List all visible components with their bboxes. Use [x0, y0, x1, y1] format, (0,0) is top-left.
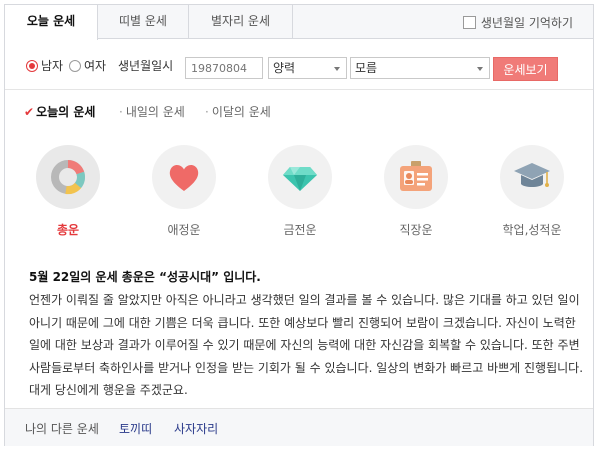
- graduation-cap-icon: [514, 163, 550, 187]
- calendar-type-select[interactable]: 양력: [268, 57, 347, 79]
- subtab-month-label: 이달의 운세: [211, 105, 271, 119]
- remember-label: 생년월일 기억하기: [480, 16, 573, 30]
- fortune-categories: 총운 애정운 금전운 직장운 학업,성적운: [5, 145, 593, 245]
- birth-time-select[interactable]: 모름: [350, 57, 490, 79]
- gender-female-label: 여자: [84, 59, 107, 73]
- tab-today-fortune[interactable]: 오늘 운세: [5, 5, 98, 40]
- subtab-today[interactable]: ✔ 오늘의 운세: [24, 103, 95, 120]
- bullet-icon: ·: [205, 105, 209, 119]
- tab-zodiac-animal-fortune[interactable]: 띠별 운세: [98, 5, 189, 39]
- checkbox-box[interactable]: [462, 16, 476, 29]
- category-icon-circle: [36, 145, 100, 209]
- category-icon-circle: [268, 145, 332, 209]
- leo-fortune-link[interactable]: 사자자리: [174, 420, 218, 437]
- fortune-widget: 오늘 운세 띠별 운세 별자리 운세 생년월일 기억하기 남자 여자 생년월일시…: [4, 4, 594, 446]
- period-tabs: ✔ 오늘의 운세 · 내일의 운세 · 이달의 운세: [5, 91, 593, 133]
- category-overall[interactable]: 총운: [28, 145, 108, 238]
- gender-male-radio[interactable]: 남자: [26, 57, 63, 74]
- calendar-type-value: 양력: [273, 61, 296, 75]
- rabbit-fortune-link[interactable]: 토끼띠: [119, 420, 152, 437]
- radio-dot[interactable]: [26, 60, 38, 72]
- radio-dot[interactable]: [69, 60, 81, 72]
- footer-label: 나의 다른 운세: [25, 422, 99, 436]
- diamond-icon: [283, 167, 317, 191]
- tab-constellation-fortune[interactable]: 별자리 운세: [189, 5, 293, 39]
- id-card-icon: [400, 161, 432, 191]
- gender-male-label: 남자: [41, 59, 64, 73]
- category-label: 애정운: [167, 223, 201, 237]
- category-career[interactable]: 직장운: [376, 145, 456, 238]
- gender-female-radio[interactable]: 여자: [69, 57, 106, 74]
- check-icon: ✔: [24, 105, 35, 119]
- subtab-tomorrow-label: 내일의 운세: [125, 105, 185, 119]
- category-label: 학업,성적운: [502, 223, 562, 237]
- birth-time-value: 모름: [355, 61, 378, 75]
- category-label: 총운: [56, 223, 80, 237]
- bullet-icon: ·: [119, 105, 123, 119]
- donut-chart-icon: [51, 160, 85, 195]
- tab-bar: 오늘 운세 띠별 운세 별자리 운세 생년월일 기억하기: [5, 5, 593, 40]
- view-fortune-button[interactable]: 운세보기: [493, 57, 558, 81]
- category-money[interactable]: 금전운: [260, 145, 340, 238]
- birthdate-input[interactable]: [185, 57, 263, 79]
- chevron-down-icon: [334, 67, 340, 71]
- remember-birthdate-checkbox[interactable]: 생년월일 기억하기: [462, 14, 573, 31]
- subtab-tomorrow[interactable]: · 내일의 운세: [119, 103, 185, 120]
- category-label: 직장운: [399, 223, 433, 237]
- footer-links: 나의 다른 운세 토끼띠 사자자리: [5, 408, 593, 446]
- category-label: 금전운: [283, 223, 317, 237]
- fortune-body: 언젠가 이뤄질 줄 알았지만 아직은 아니라고 생각했던 일의 결과를 볼 수 …: [29, 293, 584, 397]
- category-study[interactable]: 학업,성적운: [492, 145, 572, 238]
- category-icon-circle: [384, 145, 448, 209]
- subtab-month[interactable]: · 이달의 운세: [205, 103, 271, 120]
- category-love[interactable]: 애정운: [144, 145, 224, 238]
- birth-label: 생년월일시: [118, 59, 174, 73]
- fortune-content: 5월 22일의 운세 총운은 “성공시대” 입니다. 언젠가 이뤄질 줄 알았지…: [29, 267, 589, 402]
- birth-form: 남자 여자 생년월일시 양력 모름 운세보기: [5, 40, 593, 90]
- category-icon-circle: [500, 145, 564, 209]
- fortune-headline: 5월 22일의 운세 총운은 “성공시대” 입니다.: [29, 270, 261, 284]
- subtab-today-label: 오늘의 운세: [36, 105, 96, 119]
- category-icon-circle: [152, 145, 216, 209]
- heart-icon: [169, 165, 199, 191]
- chevron-down-icon: [477, 67, 483, 71]
